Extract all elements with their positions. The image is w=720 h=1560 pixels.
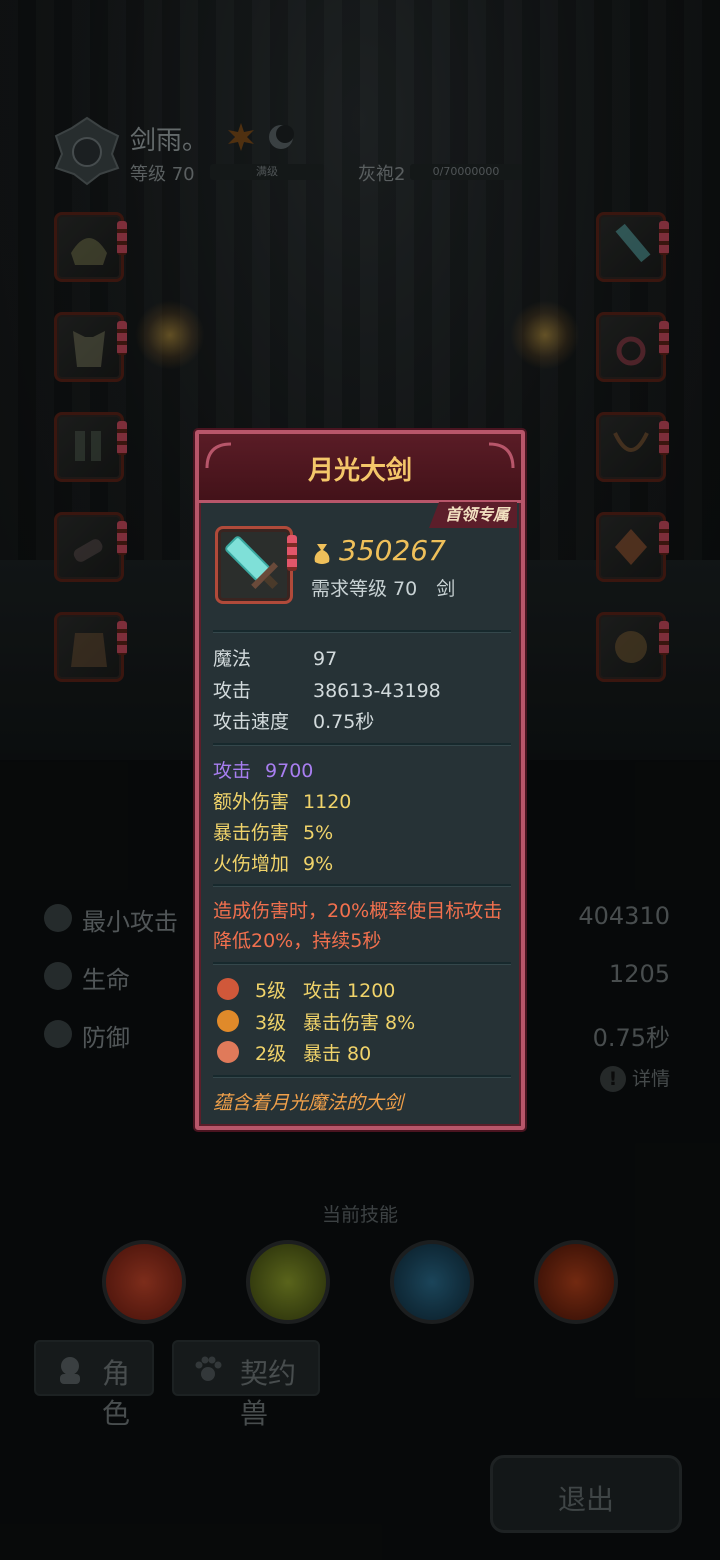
stat-key: 攻击 [213,760,252,782]
moonlight-greatsword-icon [225,536,279,590]
stat-key: 额外伤害 [213,791,290,813]
gem-stat: 暴击伤害 8% [303,1012,416,1034]
gem-level: 5级 [255,980,287,1002]
gem-stat: 暴击 80 [303,1043,372,1065]
base-stat-row: 攻击 38613-43198 [213,676,441,703]
divider [213,1075,511,1078]
special-effect-text: 造成伤害时，20%概率使目标攻击降低20%，持续5秒 [213,900,503,952]
flavor-text: 蕴含着月光魔法的大剑 [213,1092,404,1114]
requirement-text: 需求等级 70 剑 [311,578,456,600]
base-stat-row: 攻击速度 0.75秒 [213,707,374,734]
gem-icon [217,978,239,1000]
item-title: 月光大剑 [307,456,412,486]
gem-level: 3级 [255,1012,287,1034]
stat-val: 38613-43198 [313,680,441,702]
popup-header: 月光大剑 [199,434,521,503]
stat-val: 9700 [265,760,314,782]
stat-key: 暴击伤害 [213,822,290,844]
gold-value: 350267 [339,534,446,567]
stat-val: 5% [303,822,334,844]
gem-icon [217,1010,239,1032]
stat-val: 97 [313,648,338,670]
item-icon-frame [215,526,297,604]
bonus-stat-row: 攻击 9700 [213,756,313,783]
stat-key: 火伤增加 [213,853,290,875]
divider [213,884,511,887]
item-tag-badge: 首领专属 [428,502,517,528]
stat-key: 攻击 [213,680,252,702]
gem-stat: 攻击 1200 [303,980,396,1002]
gem-icon [217,1041,239,1063]
gem-level: 2级 [255,1043,287,1065]
gold-pouch-icon [314,544,330,564]
bonus-stat-row: 暴击伤害 5% [213,818,333,845]
divider [213,743,511,746]
base-stat-row: 魔法 97 [213,644,337,671]
item-detail-popup: 月光大剑 首领专属 350267 需求等级 70 剑 魔法 97 攻击 38613-… [195,430,525,1130]
bonus-stat-row: 额外伤害 1120 [213,787,351,814]
stat-key: 攻击速度 [213,711,290,733]
stat-key: 魔法 [213,648,252,670]
divider [213,962,511,965]
stat-val: 9% [303,853,334,875]
divider [213,630,511,633]
bonus-stat-row: 火伤增加 9% [213,849,333,876]
stat-val: 1120 [303,791,352,813]
stat-val: 0.75秒 [313,711,375,733]
